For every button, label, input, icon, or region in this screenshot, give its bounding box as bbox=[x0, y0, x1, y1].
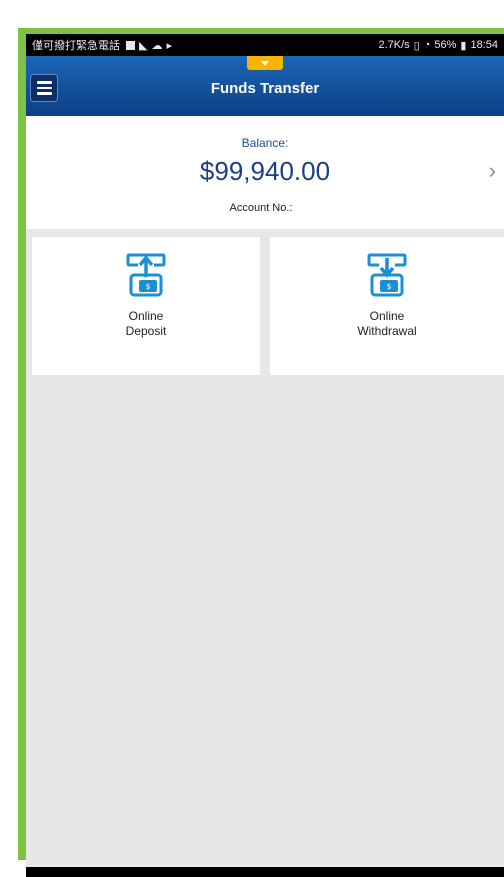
carrier-text: 僅可撥打緊急電話 bbox=[32, 40, 120, 52]
vibrate-icon: ▯ bbox=[413, 39, 420, 52]
notification-icon bbox=[126, 40, 135, 50]
network-speed: 2.7K/s bbox=[378, 39, 410, 51]
chevron-down-icon bbox=[261, 60, 269, 66]
withdrawal-label: Online Withdrawal bbox=[357, 309, 416, 339]
navigation-bar bbox=[26, 867, 504, 877]
status-right: 2.7K/s ▯ ◔ 56% ▮ 18:54 bbox=[378, 39, 498, 52]
page-title: Funds Transfer bbox=[210, 79, 320, 97]
deposit-label-line1: Online bbox=[128, 309, 164, 323]
hamburger-line bbox=[36, 92, 52, 95]
chevron-right-icon[interactable]: › bbox=[489, 158, 496, 184]
status-bar: 僅可撥打緊急電話 ◣ ☁ ▸ 2.7K/s ▯ ◔ 56% ▮ 18:54 bbox=[26, 34, 504, 56]
deposit-label: Online Deposit bbox=[126, 309, 167, 339]
clock: 18:54 bbox=[470, 39, 498, 51]
withdrawal-icon: $ bbox=[367, 253, 407, 297]
account-number-label: Account No.: bbox=[229, 202, 293, 214]
battery-percent: 56% bbox=[434, 39, 457, 51]
online-deposit-button[interactable]: $ Online Deposit bbox=[32, 237, 260, 375]
device-frame-left bbox=[18, 30, 26, 860]
svg-text:$: $ bbox=[386, 282, 391, 291]
cloud-icon: ☁ bbox=[151, 39, 163, 52]
withdrawal-label-line1: Online bbox=[369, 309, 405, 323]
balance-amount: $99,940.00 bbox=[199, 156, 331, 186]
wifi-icon: ◔ bbox=[423, 39, 431, 51]
hamburger-line bbox=[36, 86, 52, 90]
play-icon: ▸ bbox=[166, 39, 172, 52]
phone-screen: 僅可撥打緊急電話 ◣ ☁ ▸ 2.7K/s ▯ ◔ 56% ▮ 18:54 Fu… bbox=[26, 34, 504, 877]
signal-icon: ◣ bbox=[139, 39, 148, 52]
action-tiles: $ Online Deposit $ Online Withdrawal bbox=[26, 229, 504, 429]
pull-down-tab[interactable] bbox=[247, 56, 283, 70]
online-withdrawal-button[interactable]: $ Online Withdrawal bbox=[270, 237, 504, 375]
app-header: Funds Transfer bbox=[26, 56, 504, 116]
deposit-label-line2: Deposit bbox=[125, 324, 167, 338]
deposit-icon: $ bbox=[126, 253, 166, 297]
balance-label: Balance: bbox=[241, 136, 289, 150]
battery-icon: ▮ bbox=[460, 39, 467, 52]
hamburger-icon bbox=[36, 81, 52, 84]
menu-button[interactable] bbox=[30, 74, 58, 102]
balance-panel[interactable]: Balance: $99,940.00 › Account No.: bbox=[26, 116, 504, 229]
withdrawal-label-line2: Withdrawal bbox=[357, 324, 417, 338]
svg-text:$: $ bbox=[145, 282, 150, 291]
status-left: 僅可撥打緊急電話 ◣ ☁ ▸ bbox=[32, 37, 172, 53]
